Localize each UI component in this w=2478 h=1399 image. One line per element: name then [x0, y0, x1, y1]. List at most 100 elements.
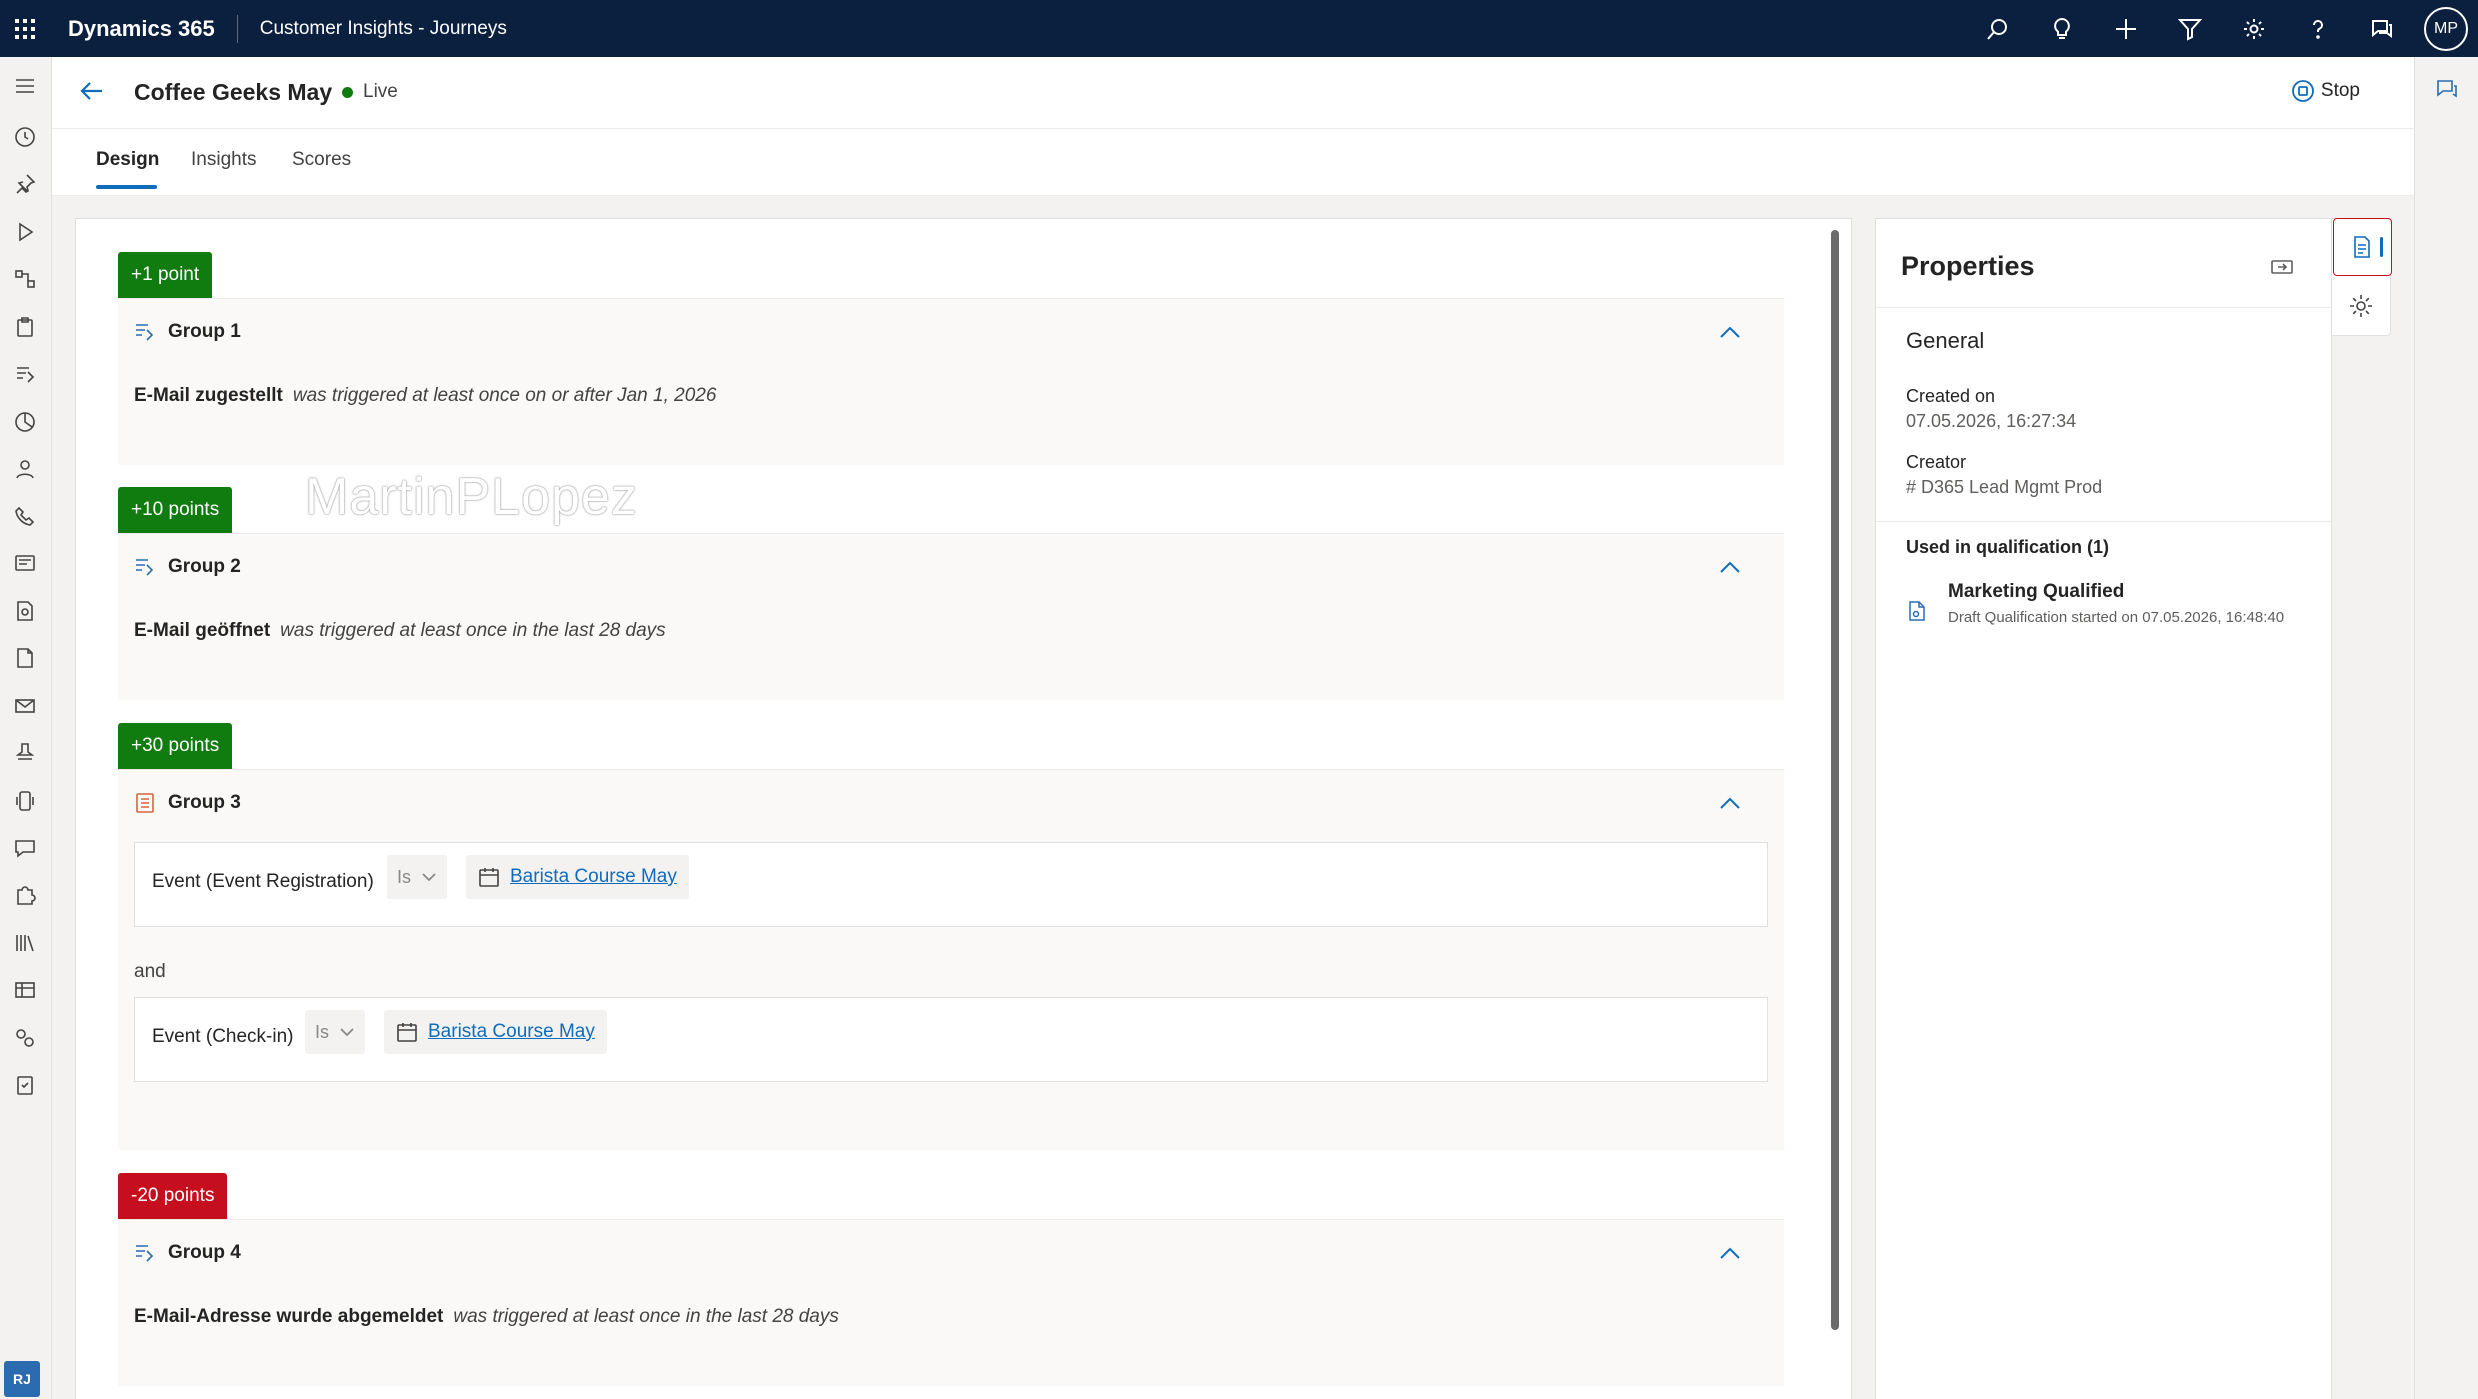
user-avatar[interactable]: MP [2424, 6, 2468, 51]
settings-panel-button[interactable] [2348, 293, 2374, 319]
operator-dropdown[interactable]: Is [387, 855, 448, 899]
play-icon[interactable] [12, 219, 38, 245]
app-launcher-icon[interactable] [0, 0, 50, 57]
stop-icon [2292, 80, 2314, 102]
left-navigation-rail: RJ [0, 57, 52, 1399]
mail-icon[interactable] [12, 693, 38, 719]
collapse-button[interactable] [1716, 790, 1744, 818]
operator-value: Is [315, 1021, 330, 1042]
points-badge: +10 points [118, 487, 233, 533]
stop-label: Stop [2320, 80, 2360, 101]
segments-icon[interactable] [12, 409, 38, 435]
mobile-icon[interactable] [12, 788, 38, 814]
status-dot-icon [342, 86, 353, 98]
back-button[interactable] [78, 77, 110, 109]
search-icon[interactable] [1966, 0, 2030, 57]
group-name: Group 1 [168, 321, 241, 342]
collapse-panel-button[interactable] [2270, 255, 2296, 281]
canvas-scrollbar[interactable] [1831, 230, 1839, 1330]
journey-icon[interactable] [12, 266, 38, 292]
chat-icon[interactable] [2350, 0, 2414, 57]
divider [1876, 521, 2333, 522]
recent-icon[interactable] [12, 124, 38, 150]
table-icon[interactable] [12, 977, 38, 1003]
document-icon[interactable] [12, 645, 38, 671]
area-switcher-avatar[interactable]: RJ [4, 1361, 40, 1397]
puzzle-icon[interactable] [12, 882, 38, 908]
status-indicator: Live [342, 81, 398, 103]
collapse-button[interactable] [1716, 554, 1744, 582]
creator-label: Creator [1906, 452, 1967, 472]
condition-value[interactable]: Barista Course May [428, 1021, 595, 1043]
clipboard-icon[interactable] [12, 314, 38, 340]
form-icon[interactable] [12, 550, 38, 576]
trigger-rule: was triggered at least once on or after … [292, 385, 717, 406]
operator-dropdown[interactable]: Is [305, 1010, 366, 1054]
contact-icon[interactable] [12, 456, 38, 482]
points-badge: +1 point [118, 252, 213, 298]
divider [1876, 307, 2333, 308]
settings-icon[interactable] [2222, 0, 2286, 57]
plus-icon[interactable] [2094, 0, 2158, 57]
trigger-icon [136, 559, 154, 576]
properties-panel-button[interactable] [2333, 218, 2392, 276]
collapse-button[interactable] [1716, 1240, 1744, 1268]
help-icon[interactable] [2286, 0, 2350, 57]
attribute-condition: Event (Event Registration) Is Barista Co… [134, 842, 1768, 927]
chevron-up-icon [1720, 326, 1740, 338]
condition-value-link[interactable]: Barista Course May [384, 1010, 607, 1054]
document-search-icon[interactable] [12, 598, 38, 624]
tab-insights[interactable]: Insights [191, 149, 256, 171]
condition-value-link[interactable]: Barista Course May [466, 855, 689, 899]
tab-design[interactable]: Design [96, 149, 159, 171]
group-header: Group 1 [134, 321, 241, 343]
collapse-button[interactable] [1716, 319, 1744, 347]
area-name[interactable]: Customer Insights - Journeys [260, 18, 507, 40]
trigger-condition: E-Mail zugestellt was triggered at least … [134, 385, 716, 407]
trigger-icon[interactable] [12, 361, 38, 387]
points-badge: +30 points [118, 723, 233, 769]
library-icon[interactable] [12, 930, 38, 956]
group-name: Group 4 [168, 1242, 241, 1263]
copilot-chat-icon[interactable] [2435, 77, 2459, 101]
gear-icon [2350, 295, 2372, 317]
filter-icon[interactable] [2158, 0, 2222, 57]
menu-icon[interactable] [12, 73, 38, 99]
arrow-left-icon [80, 82, 102, 100]
properties-title: Properties [1901, 251, 2035, 281]
attribute-condition: Event (Check-in) Is Barista Course May [134, 997, 1768, 1082]
app-name[interactable]: Dynamics 365 [68, 16, 215, 42]
qualification-name[interactable]: Marketing Qualified [1948, 581, 2124, 603]
properties-panel: Properties General Created on 07.05.2026… [1875, 218, 2333, 1399]
topbar-actions: MP [1966, 0, 2478, 57]
tab-scores[interactable]: Scores [292, 149, 351, 171]
collapse-panel-icon [2271, 260, 2293, 274]
pin-icon[interactable] [12, 171, 38, 197]
trigger-icon [136, 1245, 154, 1262]
checklist-icon[interactable] [12, 1072, 38, 1098]
top-navigation-bar: Dynamics 365 Customer Insights - Journey… [0, 0, 2478, 57]
trigger-condition: E-Mail geöffnet was triggered at least on… [134, 620, 666, 642]
used-in-qualification-title: Used in qualification (1) [1906, 537, 2110, 557]
active-indicator [2380, 237, 2383, 257]
group-name: Group 2 [168, 556, 241, 577]
qualification-document-icon [1906, 600, 1930, 624]
stop-button[interactable]: Stop [2291, 79, 2360, 103]
condition-attribute-label: Event (Check-in) [152, 1026, 294, 1047]
phone-icon[interactable] [12, 503, 38, 529]
stamp-icon[interactable] [12, 740, 38, 766]
trigger-rule: was triggered at least once in the last … [280, 620, 666, 641]
condition-value[interactable]: Barista Course May [510, 866, 677, 888]
trigger-event-name: E-Mail zugestellt [134, 385, 283, 406]
created-on-label: Created on [1906, 386, 1996, 406]
condition-group: Group 3 Event (Event Registration) Is Ba… [118, 769, 1784, 1150]
connections-icon[interactable] [12, 1025, 38, 1051]
lightbulb-icon[interactable] [2030, 0, 2094, 57]
qualification-status: Draft Qualification started on 07.05.202… [1948, 609, 2285, 626]
creator-value: # D365 Lead Mgmt Prod [1906, 477, 2103, 497]
chevron-up-icon [1720, 1247, 1740, 1259]
operator-value: Is [397, 866, 412, 887]
chat-message-icon[interactable] [12, 835, 38, 861]
trigger-event-name: E-Mail geöffnet [134, 620, 271, 641]
condition-group: Group 2 E-Mail geöffnet was triggered at … [118, 533, 1784, 700]
